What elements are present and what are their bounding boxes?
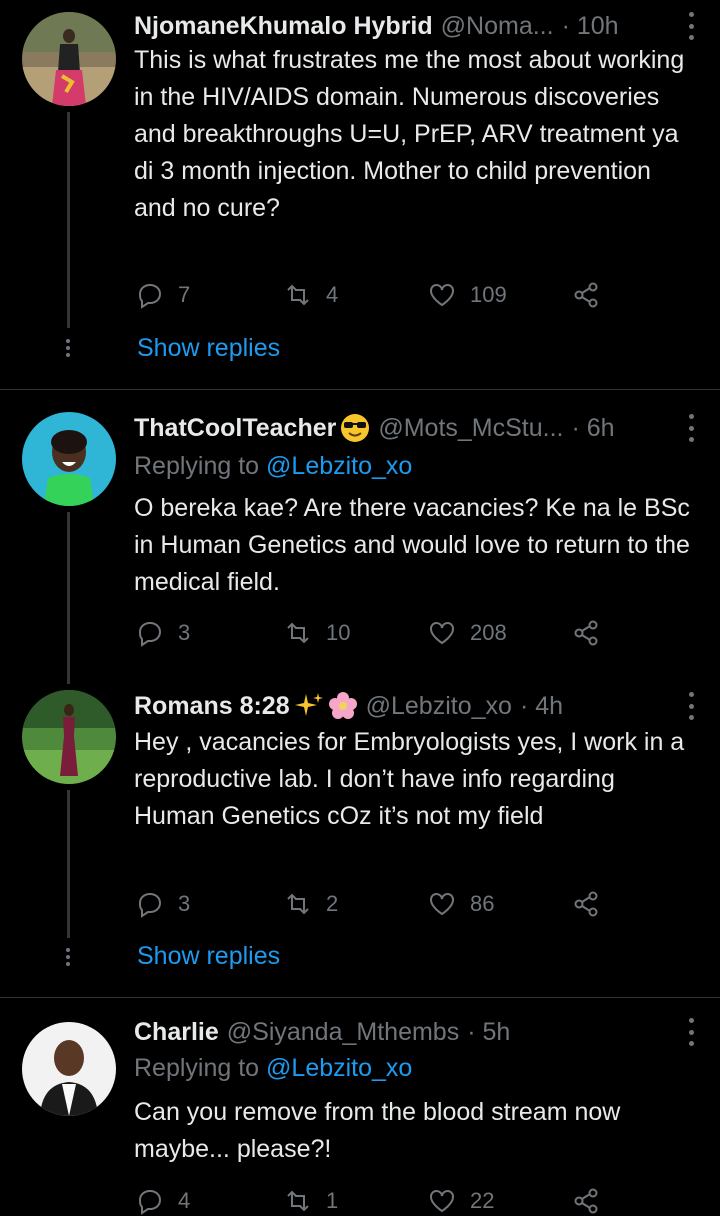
author-name[interactable]: NjomaneKhumalo Hybrid <box>134 12 433 41</box>
retweet-count: 1 <box>326 1188 339 1213</box>
share-icon <box>574 891 598 917</box>
retweet-count: 2 <box>326 891 339 916</box>
blossom-emoji-icon <box>328 691 358 721</box>
share-button[interactable] <box>572 889 600 919</box>
reply-count: 3 <box>178 620 191 645</box>
share-icon <box>574 1188 598 1214</box>
like-count: 208 <box>470 620 507 645</box>
share-button[interactable] <box>572 280 600 310</box>
tweet[interactable]: Charlie @Siyanda_Mthembs · 5h Replying t… <box>0 1012 720 1215</box>
tweet-text: Can you remove from the blood stream now… <box>134 1098 621 1163</box>
author-handle[interactable]: @Noma... <box>441 12 554 41</box>
tweet[interactable]: NjomaneKhumalo Hybrid @Noma... · 10h Thi… <box>0 6 720 386</box>
timestamp[interactable]: · 4h <box>520 692 563 721</box>
like-button[interactable]: 208 <box>428 618 507 648</box>
reply-button[interactable]: 7 <box>136 280 190 310</box>
reply-icon <box>138 892 162 918</box>
retweet-button[interactable]: 10 <box>284 618 350 648</box>
share-icon <box>574 282 598 308</box>
reply-count: 3 <box>178 891 191 916</box>
show-replies-link[interactable]: Show replies <box>137 334 280 363</box>
like-icon <box>430 893 454 916</box>
reply-button[interactable]: 3 <box>136 618 190 648</box>
reply-button[interactable]: 4 <box>136 1186 190 1216</box>
avatar[interactable] <box>22 1022 116 1116</box>
retweet-count: 10 <box>326 620 351 645</box>
reply-count: 7 <box>178 282 191 307</box>
author-name[interactable]: Charlie <box>134 1018 219 1047</box>
replying-to-handle[interactable]: @Lebzito_xo <box>266 452 412 480</box>
more-options-icon[interactable] <box>686 414 696 442</box>
author-name[interactable]: ThatCoolTeacher <box>134 414 336 443</box>
like-count: 22 <box>470 1188 495 1213</box>
timestamp[interactable]: · 10h <box>562 12 619 41</box>
share-icon <box>574 620 598 646</box>
share-button[interactable] <box>572 1186 600 1216</box>
retweet-button[interactable]: 1 <box>284 1186 338 1216</box>
like-count: 109 <box>470 282 507 307</box>
share-button[interactable] <box>572 618 600 648</box>
avatar[interactable] <box>22 690 116 784</box>
replying-to: Replying to @Lebzito_xo <box>134 1054 412 1083</box>
like-button[interactable]: 86 <box>428 889 494 919</box>
more-options-icon[interactable] <box>686 12 696 40</box>
replying-to: Replying to @Lebzito_xo <box>134 452 412 481</box>
retweet-button[interactable]: 2 <box>284 889 338 919</box>
author-handle[interactable]: @Siyanda_Mthembs <box>227 1018 459 1047</box>
author-name[interactable]: Romans 8:28 <box>134 692 290 721</box>
like-icon <box>430 1190 454 1213</box>
divider <box>0 389 720 390</box>
tweet-text: Hey , vacancies for Embryologists yes, I… <box>134 728 685 830</box>
tweet-text: O bereka kae? Are there vacancies? Ke na… <box>134 494 690 596</box>
retweet-count: 4 <box>326 282 339 307</box>
tweet-header: Charlie @Siyanda_Mthembs · 5h <box>134 1012 680 1052</box>
retweet-icon <box>287 893 309 915</box>
like-button[interactable]: 22 <box>428 1186 494 1216</box>
tweet-text: This is what frustrates me the most abou… <box>134 46 685 222</box>
tweet-header: Romans 8:28 @Lebzito_xo · 4h <box>134 686 680 726</box>
retweet-icon <box>287 1190 309 1212</box>
show-replies-link[interactable]: Show replies <box>137 942 280 971</box>
avatar[interactable] <box>22 412 116 506</box>
sunglasses-emoji-icon <box>340 413 370 443</box>
more-options-icon[interactable] <box>686 1018 696 1046</box>
retweet-button[interactable]: 4 <box>284 280 338 310</box>
like-button[interactable]: 109 <box>428 280 507 310</box>
tweet-actions: 3 2 86 <box>136 889 606 919</box>
timestamp[interactable]: · 6h <box>572 414 615 443</box>
tweet-actions: 3 10 208 <box>136 618 606 648</box>
divider <box>0 997 720 998</box>
tweet[interactable]: Romans 8:28 @Lebzito_xo · 4h Hey , vacan… <box>0 686 720 986</box>
author-handle[interactable]: @Lebzito_xo <box>366 692 512 721</box>
reply-button[interactable]: 3 <box>136 889 190 919</box>
reply-count: 4 <box>178 1188 191 1213</box>
like-count: 86 <box>470 891 495 916</box>
avatar[interactable] <box>22 12 116 106</box>
author-handle[interactable]: @Mots_McStu... <box>378 414 563 443</box>
more-options-icon[interactable] <box>686 692 696 720</box>
retweet-icon <box>287 284 309 306</box>
like-icon <box>430 622 454 645</box>
timestamp[interactable]: · 5h <box>467 1018 510 1047</box>
sparkles-emoji-icon <box>294 691 324 721</box>
like-icon <box>430 284 454 307</box>
tweet[interactable]: ThatCoolTeacher @Mots_McStu... · 6h Repl… <box>0 408 720 668</box>
retweet-icon <box>287 622 309 644</box>
replying-label: Replying to <box>134 1054 260 1082</box>
tweet-header: ThatCoolTeacher @Mots_McStu... · 6h <box>134 408 680 448</box>
tweet-actions: 4 1 22 <box>136 1186 606 1216</box>
reply-icon <box>138 283 162 309</box>
reply-icon <box>138 1189 162 1215</box>
replying-to-handle[interactable]: @Lebzito_xo <box>266 1054 412 1082</box>
reply-icon <box>138 621 162 647</box>
tweet-actions: 7 4 109 <box>136 280 606 310</box>
replying-label: Replying to <box>134 452 260 480</box>
tweet-header: NjomaneKhumalo Hybrid @Noma... · 10h <box>134 6 680 46</box>
